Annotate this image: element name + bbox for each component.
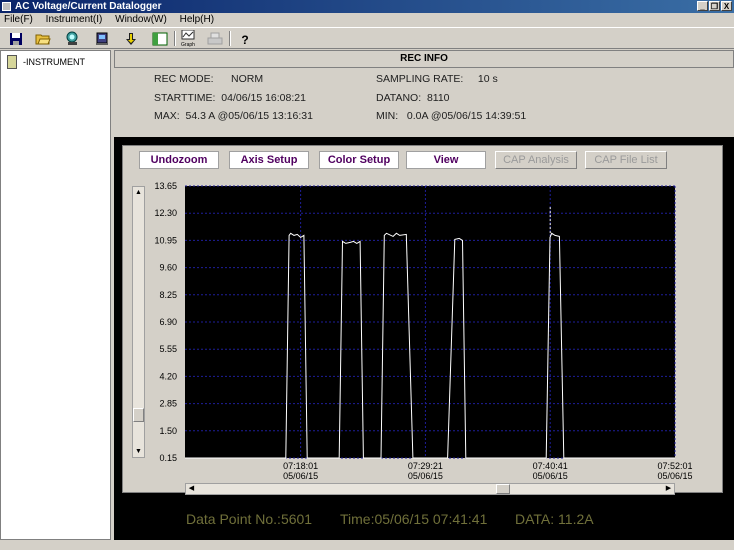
svg-text:?: ? [241, 33, 248, 46]
help-icon[interactable]: ? [235, 30, 255, 47]
status-bar [0, 540, 734, 550]
y-tick-label: 4.20 [159, 371, 177, 381]
current-chart[interactable]: 13.65 12.30 10.95 9.60 8.25 6.90 5.55 4.20 2.85 1… [123, 146, 724, 494]
menu-window[interactable]: Window(W) [115, 14, 167, 25]
close-button[interactable]: X [721, 1, 732, 11]
download-icon[interactable] [121, 30, 141, 47]
table-view-icon[interactable] [150, 30, 170, 47]
x-tick-time: 07:52:01 [657, 461, 692, 471]
title-bar: AC Voltage/Current Datalogger _ ❐ X [0, 0, 734, 13]
x-tick-date: 05/06/15 [283, 471, 318, 481]
instrument-tree-panel: -INSTRUMENT [0, 50, 111, 540]
restore-button[interactable]: ❐ [709, 1, 720, 11]
graph-icon[interactable]: Graph [178, 30, 198, 47]
x-tick-time: 07:18:01 [283, 461, 318, 471]
y-tick-label: 12.30 [154, 208, 177, 218]
rec-info-panel: REC INFO REC MODE: NORM SAMPLING RATE: 1… [114, 50, 734, 135]
open-folder-icon[interactable] [33, 30, 53, 47]
y-tick-label: 10.95 [154, 235, 177, 245]
x-tick-date: 05/06/15 [657, 471, 692, 481]
min-value: MIN: 0.0A @05/06/15 14:39:51 [376, 110, 527, 122]
max-value: MAX: 54.3 A @05/06/15 13:16:31 [154, 110, 313, 122]
data-point-readout: Data Point No.:5601 [186, 511, 313, 527]
menu-instrument[interactable]: Instrument(I) [46, 14, 103, 25]
x-tick-date: 05/06/15 [408, 471, 443, 481]
search-instrument-icon[interactable] [63, 30, 83, 47]
sampling-rate: SAMPLING RATE: 10 s [376, 73, 498, 85]
y-tick-label: 0.15 [159, 453, 177, 463]
window-title: AC Voltage/Current Datalogger [15, 1, 162, 12]
print-icon[interactable] [205, 30, 225, 47]
monitor-icon[interactable] [92, 30, 112, 47]
app-icon [2, 2, 11, 11]
start-time: STARTTIME: 04/06/15 16:08:21 [154, 92, 306, 104]
data-count: DATANO: 8110 [376, 92, 450, 104]
time-readout: Time:05/06/15 07:41:41 [340, 511, 488, 527]
y-tick-label: 6.90 [159, 317, 177, 327]
menu-file[interactable]: File(F) [4, 14, 33, 25]
instrument-tree-item[interactable]: -INSTRUMENT [23, 57, 85, 67]
x-tick-time: 07:29:21 [408, 461, 443, 471]
x-tick-date: 05/06/15 [533, 471, 568, 481]
y-tick-label: 2.85 [159, 399, 177, 409]
x-tick-time: 07:40:41 [533, 461, 568, 471]
svg-text:Graph: Graph [181, 42, 195, 47]
graph-panel: Undozoom Axis Setup Color Setup View CAP… [122, 145, 724, 495]
rec-mode: REC MODE: NORM [154, 73, 264, 85]
rec-info-header: REC INFO [114, 50, 734, 68]
menu-help[interactable]: Help(H) [180, 14, 214, 25]
menu-bar: File(F) Instrument(I) Window(W) Help(H) [0, 13, 734, 27]
y-tick-label: 8.25 [159, 290, 177, 300]
toolbar: Graph ? [0, 27, 734, 49]
minimize-button[interactable]: _ [697, 1, 708, 11]
save-icon[interactable] [6, 30, 26, 47]
graph-window: Undozoom Axis Setup Color Setup View CAP… [114, 137, 734, 540]
data-readout: DATA: 11.2A [515, 511, 594, 527]
y-tick-label: 13.65 [154, 181, 177, 191]
y-tick-label: 9.60 [159, 263, 177, 273]
y-tick-label: 5.55 [159, 344, 177, 354]
y-tick-label: 1.50 [159, 426, 177, 436]
instrument-icon [7, 55, 17, 69]
